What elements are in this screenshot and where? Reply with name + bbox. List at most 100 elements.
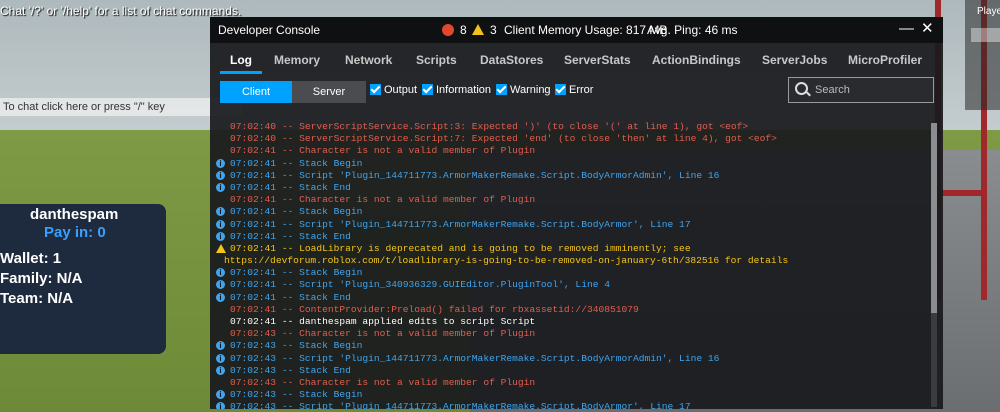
checkbox-checked-icon [555, 84, 566, 95]
player-name: danthespam [30, 206, 119, 223]
info-icon: i [216, 219, 225, 229]
log-output: 07:02:40 -- ServerScriptService.Script:3… [216, 121, 931, 409]
error-count[interactable]: 8 [442, 23, 467, 37]
log-line-text: 07:02:41 -- Stack End [230, 230, 351, 242]
log-line-text: 07:02:41 -- Script 'Plugin_144711773.Arm… [230, 218, 691, 230]
info-icon: i [216, 280, 225, 290]
warning-icon [216, 243, 226, 253]
tab-serverjobs[interactable]: ServerJobs [762, 53, 827, 67]
search-icon [795, 82, 808, 95]
log-line-error: 07:02:40 -- ServerScriptService.Script:3… [216, 121, 931, 133]
log-line-text: 07:02:41 -- Stack Begin [230, 267, 363, 279]
log-line-text: 07:02:41 -- ContentProvider:Preload() fa… [230, 303, 639, 315]
checkbox-checked-icon [370, 84, 381, 95]
memory-usage: Client Memory Usage: 817 MB [504, 23, 668, 37]
tab-actionbindings[interactable]: ActionBindings [652, 53, 741, 67]
info-icon: i [216, 231, 225, 241]
log-line-error: 07:02:41 -- ContentProvider:Preload() fa… [216, 304, 931, 316]
log-line-text: 07:02:43 -- Stack Begin [230, 389, 363, 401]
active-tab-indicator [220, 71, 262, 74]
log-line-output: 07:02:41 -- danthespam applied edits to … [216, 316, 931, 328]
tab-microprofiler[interactable]: MicroProfiler [848, 53, 922, 67]
warning-filter-checkbox[interactable]: Warning [496, 84, 551, 96]
tab-log[interactable]: Log [230, 53, 252, 67]
log-line-text: 07:02:41 -- danthespam applied edits to … [230, 316, 536, 327]
player-team: Team: N/A [0, 290, 74, 307]
error-filter-checkbox[interactable]: Error [555, 84, 593, 96]
info-icon: i [216, 158, 225, 168]
log-line-text: 07:02:41 -- Script 'Plugin_144711773.Arm… [230, 169, 720, 181]
log-line-text: 07:02:43 -- Stack Begin [230, 340, 363, 352]
info-icon: i [216, 365, 225, 375]
chat-hint: Chat '/?' or '/help' for a list of chat … [0, 4, 242, 18]
log-line-info: i 07:02:41 -- Stack Begin [216, 267, 931, 279]
player-wallet: Wallet: 1 [0, 250, 62, 267]
information-filter-checkbox[interactable]: Information [422, 84, 491, 96]
checkbox-checked-icon [496, 84, 507, 95]
log-line-info: i 07:02:41 -- Stack End [216, 231, 931, 243]
warning-icon [472, 24, 484, 35]
log-filter-bar: Client Server Output Information Warning… [210, 77, 943, 105]
player-list-entry[interactable] [971, 28, 1000, 42]
log-line-info: i 07:02:43 -- Script 'Plugin_144711773.Ar… [216, 353, 931, 365]
log-line-text: 07:02:43 -- Script 'Plugin_144711773.Arm… [230, 352, 720, 364]
info-icon: i [216, 390, 225, 400]
log-line-text: 07:02:40 -- ServerScriptService.Script:7… [230, 133, 777, 145]
log-line-error: 07:02:41 -- Character is not a valid mem… [216, 194, 931, 206]
log-line-text: 07:02:41 -- Script 'Plugin_340936329.GUI… [230, 279, 610, 291]
avg-ping: Avg. Ping: 46 ms [647, 23, 738, 37]
log-line-text: 07:02:43 -- Character is not a valid mem… [230, 376, 536, 388]
log-scroll-thumb[interactable] [931, 123, 937, 313]
log-line-info: i 07:02:41 -- Script 'Plugin_340936329.GU… [216, 279, 931, 291]
minimize-button[interactable]: — [899, 21, 914, 37]
output-filter-checkbox[interactable]: Output [370, 84, 417, 96]
log-line-info: i 07:02:43 -- Stack Begin [216, 389, 931, 401]
log-line-text: 07:02:41 -- LoadLibrary is deprecated an… [230, 242, 691, 254]
tab-memory[interactable]: Memory [274, 53, 320, 67]
log-line-cont: https://devforum.roblox.com/t/loadlibrar… [216, 255, 931, 267]
log-line-text: 07:02:41 -- Stack End [230, 181, 351, 193]
log-line-text: 07:02:41 -- Character is not a valid mem… [230, 145, 536, 157]
log-line-error: 07:02:40 -- ServerScriptService.Script:7… [216, 133, 931, 145]
log-line-text: 07:02:41 -- Stack Begin [230, 206, 363, 218]
log-line-info: i 07:02:41 -- Stack Begin [216, 158, 931, 170]
developer-console: Developer Console 8 3 Client Memory Usag… [210, 17, 943, 409]
log-line-text: 07:02:41 -- Stack Begin [230, 157, 363, 169]
log-line-info: i 07:02:43 -- Script 'Plugin_144711773.Ar… [216, 401, 931, 409]
log-line-text: 07:02:43 -- Character is not a valid mem… [230, 328, 536, 340]
log-scrollbar[interactable] [931, 123, 937, 407]
search-input[interactable] [813, 81, 927, 99]
players-list[interactable]: Playe [965, 0, 1000, 110]
close-button[interactable]: ✕ [921, 21, 934, 37]
player-info-panel: danthespam Pay in: 0 Wallet: 1 Family: N… [0, 204, 166, 354]
server-toggle[interactable]: Server [292, 81, 366, 103]
log-line-info: i 07:02:43 -- Stack End [216, 365, 931, 377]
tab-serverstats[interactable]: ServerStats [564, 53, 631, 67]
log-line-warning: 07:02:41 -- LoadLibrary is deprecated an… [216, 243, 931, 255]
console-titlebar: Developer Console 8 3 Client Memory Usag… [210, 17, 943, 43]
log-line-info: i 07:02:41 -- Stack End [216, 182, 931, 194]
warning-count[interactable]: 3 [472, 23, 497, 37]
log-search[interactable] [788, 77, 934, 103]
info-icon: i [216, 292, 225, 302]
tab-scripts[interactable]: Scripts [416, 53, 457, 67]
log-line-text: 07:02:41 -- Stack End [230, 291, 351, 303]
info-icon: i [216, 170, 225, 180]
tab-datastores[interactable]: DataStores [480, 53, 543, 67]
info-icon: i [216, 182, 225, 192]
client-toggle[interactable]: Client [220, 81, 292, 103]
players-list-label: Playe [977, 6, 1000, 17]
checkbox-checked-icon [422, 84, 433, 95]
log-line-text: 07:02:43 -- Script 'Plugin_144711773.Arm… [230, 401, 691, 409]
log-line-info: i 07:02:41 -- Script 'Plugin_144711773.Ar… [216, 170, 931, 182]
log-line-text: https://devforum.roblox.com/t/loadlibrar… [224, 255, 789, 267]
log-line-error: 07:02:43 -- Character is not a valid mem… [216, 328, 931, 340]
info-icon: i [216, 402, 225, 409]
info-icon: i [216, 341, 225, 351]
chat-input[interactable]: To chat click here or press "/" key [0, 98, 243, 116]
info-icon: i [216, 207, 225, 217]
error-icon [442, 24, 454, 36]
info-icon: i [216, 353, 225, 363]
tab-network[interactable]: Network [345, 53, 392, 67]
log-line-error: 07:02:41 -- Character is not a valid mem… [216, 145, 931, 157]
